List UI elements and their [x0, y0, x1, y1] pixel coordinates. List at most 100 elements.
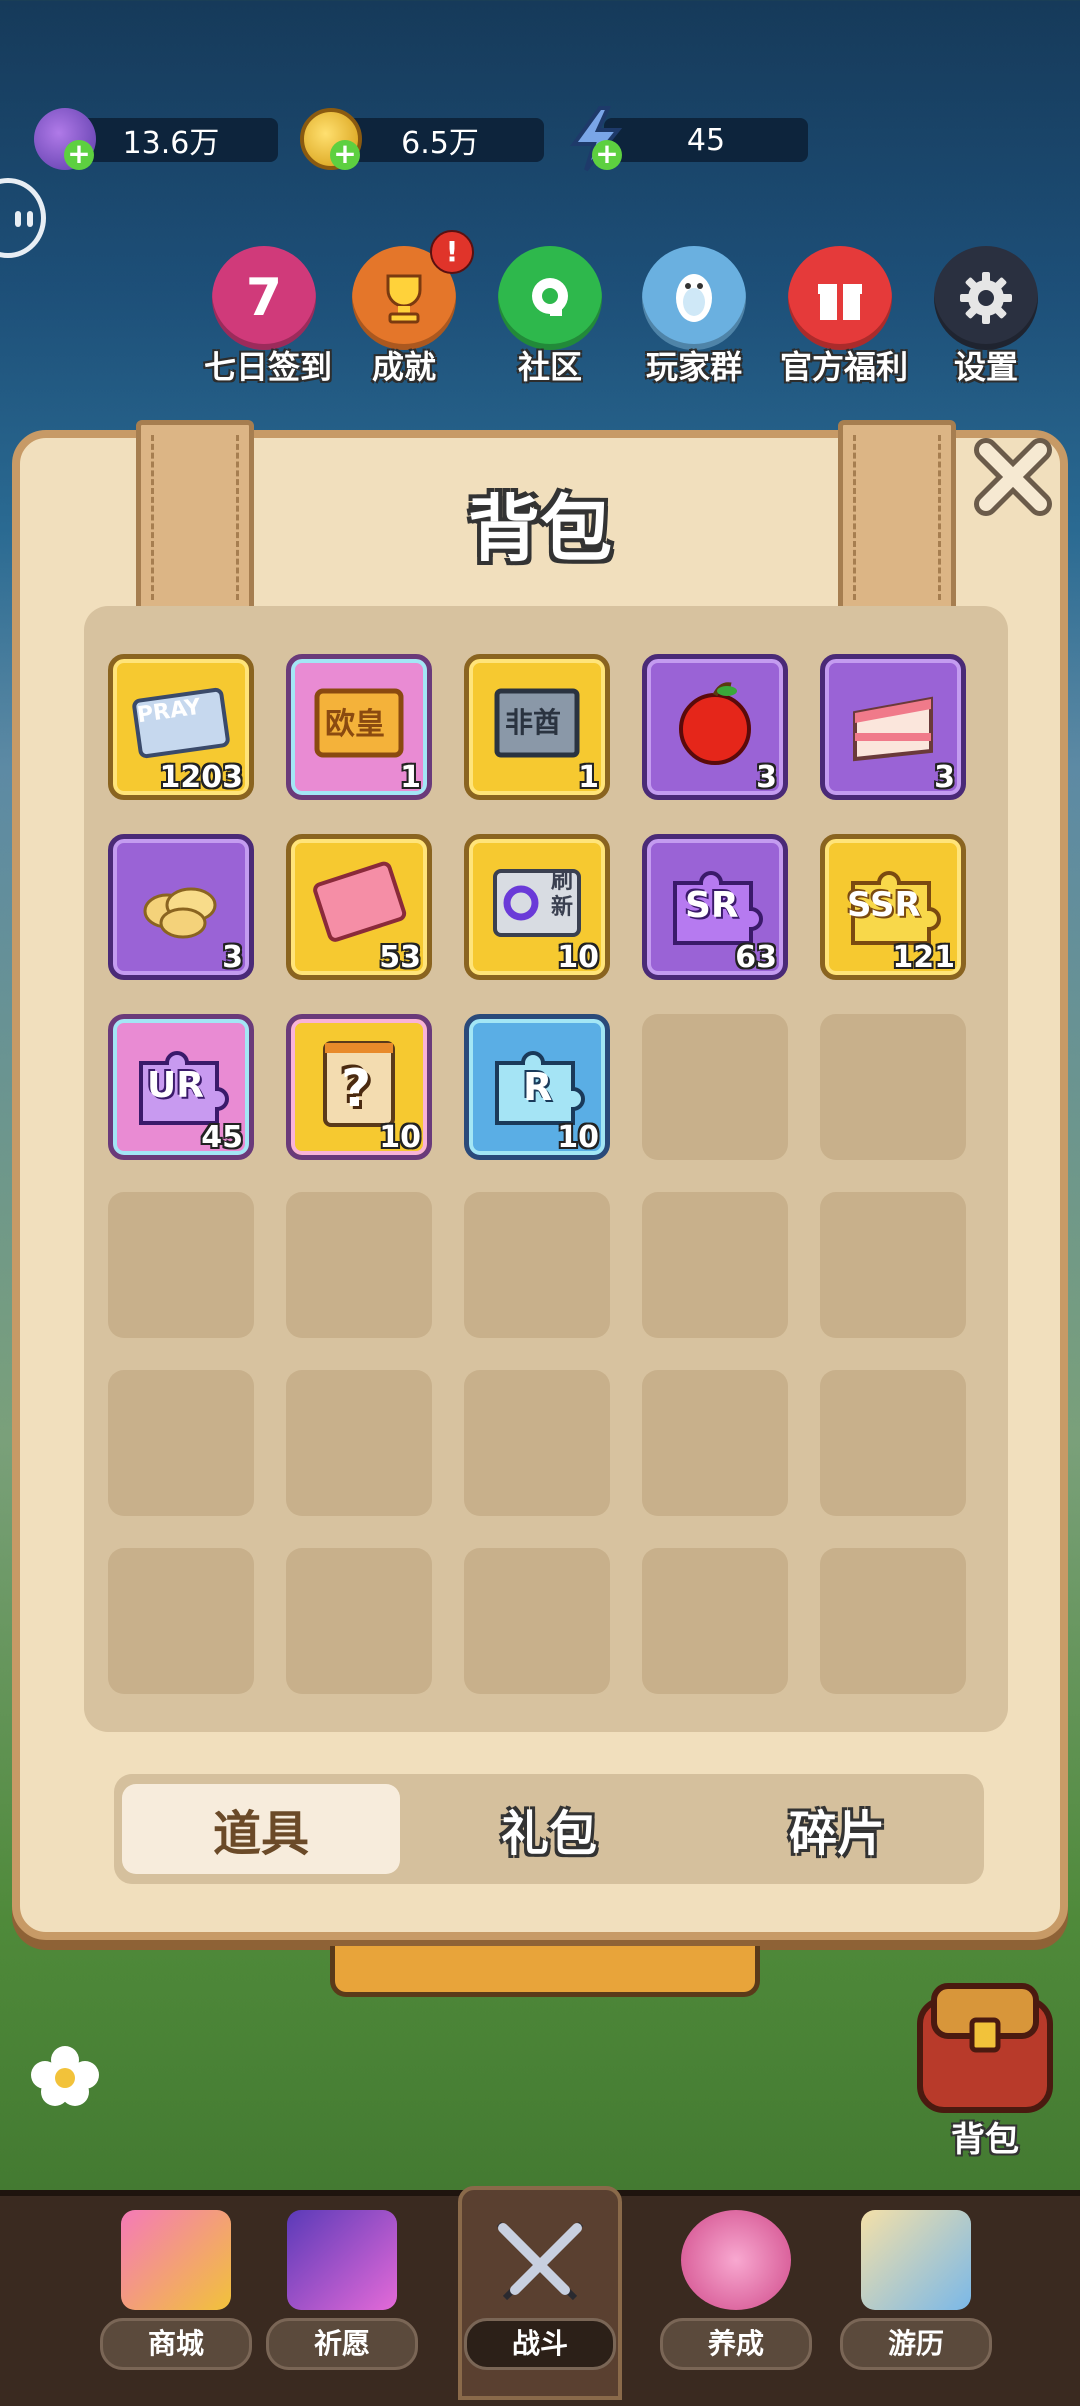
item-slot-pray-ticket[interactable]: PRAY 1203 — [108, 654, 254, 800]
item-slot-refresh-ticket[interactable]: 刷新 10 — [464, 834, 610, 980]
empty-slot[interactable] — [108, 1192, 254, 1338]
nav-nurture[interactable]: 养成 — [656, 2210, 816, 2390]
gem-counter[interactable]: 13.6万 — [64, 118, 278, 162]
gear-icon — [934, 246, 1038, 350]
empty-slot[interactable] — [286, 1548, 432, 1694]
apple-icon — [679, 682, 751, 765]
item-text: 刷新 — [551, 869, 574, 920]
coin-add-icon[interactable]: + — [330, 140, 360, 170]
nav-pray[interactable]: 祈愿 — [262, 2210, 422, 2390]
chat-bubble-icon[interactable] — [0, 178, 46, 258]
menu-player-group[interactable]: 玩家群 — [634, 246, 754, 386]
item-count: 53 — [379, 940, 421, 975]
empty-slot[interactable] — [286, 1370, 432, 1516]
nav-label: 养成 — [660, 2318, 812, 2370]
backpack-button[interactable]: 背包 — [900, 1970, 1070, 2170]
empty-slot[interactable] — [642, 1548, 788, 1694]
menu-seven-day-signin[interactable]: 7 七日签到 — [204, 246, 333, 386]
item-slot-ssr-fragment[interactable]: SSR 121 — [820, 834, 966, 980]
item-count: 3 — [756, 760, 777, 795]
menu-label: 设置 — [953, 348, 1018, 386]
nav-label: 游历 — [840, 2318, 992, 2370]
item-slot-mystery-pack[interactable]: ? 10 — [286, 1014, 432, 1160]
coin-count: 6.5万 — [401, 126, 479, 161]
chips-icon — [143, 887, 217, 939]
menu-label: 官方福利 — [780, 348, 909, 386]
item-text: 非酋 — [505, 706, 562, 739]
item-count: 1 — [400, 760, 421, 795]
empty-slot[interactable] — [108, 1548, 254, 1694]
gem-add-icon[interactable]: + — [64, 140, 94, 170]
menu-label: 玩家群 — [645, 348, 742, 386]
backpack-label: 背包 — [951, 2120, 1019, 2160]
empty-slot[interactable] — [286, 1192, 432, 1338]
energy-count: 45 — [686, 122, 726, 158]
backpack-icon — [917, 1983, 1053, 2113]
penguin-icon — [642, 246, 746, 350]
close-button[interactable] — [968, 432, 1058, 522]
empty-slot[interactable] — [642, 1370, 788, 1516]
coin-counter[interactable]: 6.5万 — [336, 118, 544, 162]
menu-official-welfare[interactable]: 官方福利 — [780, 246, 909, 386]
empty-slot[interactable] — [464, 1370, 610, 1516]
item-slot-sr-fragment[interactable]: SR 63 — [642, 834, 788, 980]
nav-label: 战斗 — [464, 2318, 616, 2370]
empty-slot[interactable] — [820, 1014, 966, 1160]
empty-slot[interactable] — [642, 1014, 788, 1160]
map-icon — [861, 2210, 971, 2310]
tab-gift-packs[interactable]: 礼包 — [410, 1784, 688, 1874]
empty-slot[interactable] — [108, 1370, 254, 1516]
cake-icon — [853, 696, 933, 762]
item-slot-chips[interactable]: 3 — [108, 834, 254, 980]
seven-day-icon: 7 — [212, 246, 316, 350]
empty-slot[interactable] — [464, 1548, 610, 1694]
tab-fragments[interactable]: 碎片 — [698, 1784, 976, 1874]
community-icon — [498, 246, 602, 350]
hidden-action-button — [330, 1946, 760, 1997]
tab-items[interactable]: 道具 — [122, 1784, 400, 1874]
item-text: 欧皇 — [325, 707, 385, 742]
empty-slot[interactable] — [642, 1192, 788, 1338]
gem-count: 13.6万 — [122, 126, 220, 161]
item-text: SSR — [847, 885, 921, 925]
item-slot-r-fragment[interactable]: R 10 — [464, 1014, 610, 1160]
nav-travel[interactable]: 游历 — [836, 2210, 996, 2390]
empty-slot[interactable] — [820, 1370, 966, 1516]
shop-icon — [121, 2210, 231, 2310]
menu-label: 七日签到 — [204, 348, 333, 386]
empty-slot[interactable] — [820, 1548, 966, 1694]
item-text: R — [523, 1065, 553, 1109]
item-slot-cake[interactable]: 3 — [820, 654, 966, 800]
flower-decoration — [20, 2040, 110, 2110]
paw-icon — [681, 2210, 791, 2310]
crossed-swords-icon — [485, 2210, 595, 2310]
item-slot-pink-ticket[interactable]: 53 — [286, 834, 432, 980]
item-slot-ouhuang-ticket[interactable]: 欧皇 1 — [286, 654, 432, 800]
menu-settings[interactable]: 设置 — [926, 246, 1046, 386]
item-count: 3 — [222, 940, 243, 975]
menu-community[interactable]: 社区 — [490, 246, 610, 386]
category-tabs: 道具 礼包 碎片 — [114, 1774, 984, 1884]
item-slot-apple[interactable]: 3 — [642, 654, 788, 800]
gift-icon — [788, 246, 892, 350]
item-count: 3 — [934, 760, 955, 795]
ticket-icon — [313, 861, 407, 942]
item-text: UR — [147, 1065, 204, 1106]
item-slot-ur-fragment[interactable]: UR 45 — [108, 1014, 254, 1160]
item-count: 63 — [735, 940, 777, 975]
item-count: 45 — [201, 1120, 243, 1155]
nav-label: 商城 — [100, 2318, 252, 2370]
item-count: 1203 — [159, 760, 244, 795]
menu-label: 成就 — [371, 348, 436, 386]
item-text: SR — [685, 885, 739, 926]
empty-slot[interactable] — [464, 1192, 610, 1338]
nav-shop[interactable]: 商城 — [96, 2210, 256, 2390]
close-icon — [974, 438, 1052, 516]
item-count: 10 — [557, 1120, 599, 1155]
item-count: 10 — [379, 1120, 421, 1155]
item-slot-fei-ticket[interactable]: 非酋 1 — [464, 654, 610, 800]
energy-counter[interactable]: 45 — [604, 118, 808, 162]
nav-battle[interactable]: 战斗 — [460, 2210, 620, 2390]
empty-slot[interactable] — [820, 1192, 966, 1338]
energy-add-icon[interactable]: + — [592, 140, 622, 170]
